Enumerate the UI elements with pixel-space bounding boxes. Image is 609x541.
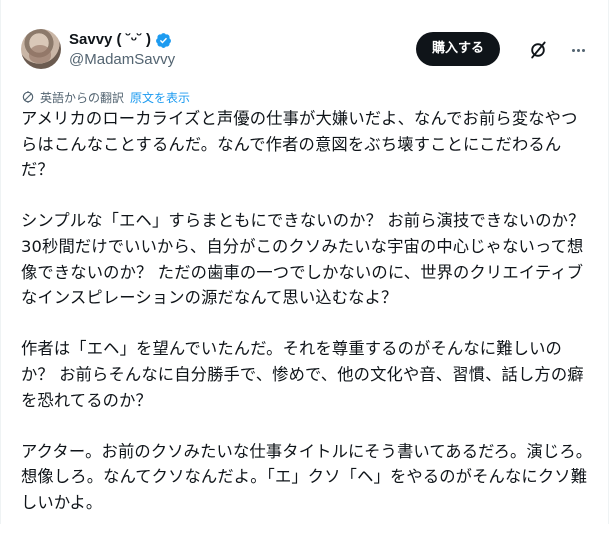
tweet-header: Savvy ( ˘ᵕ˘ ) @MadamSavvy 購入する: [21, 26, 588, 72]
author-display-name-row[interactable]: Savvy ( ˘ᵕ˘ ): [69, 30, 175, 50]
author-display-name[interactable]: Savvy ( ˘ᵕ˘ ): [69, 30, 151, 50]
tweet-paragraph: アメリカのローカライズと声優の仕事が大嫌いだよ、なんでお前ら変なやつらはこんなこ…: [21, 109, 578, 180]
tweet-paragraph: アクター。お前のクソみたいな仕事タイトルにそう書いてあるだろ。演じろ。想像しろ。…: [21, 441, 593, 512]
more-horizontal-icon[interactable]: [568, 40, 588, 60]
buy-button[interactable]: 購入する: [415, 32, 500, 66]
author-handle[interactable]: @MadamSavvy: [69, 50, 175, 70]
avatar[interactable]: [21, 29, 61, 69]
verified-badge-icon: [156, 32, 171, 48]
translation-note-row: 英語からの翻訳 原文を表示: [21, 88, 190, 106]
translate-icon: [22, 91, 34, 103]
tweet-paragraph: シンプルな「エヘ」すらまともにできないのか？ お前ら演技できないのか？ 30秒間…: [21, 211, 585, 308]
author-names: Savvy ( ˘ᵕ˘ ) @MadamSavvy: [69, 30, 175, 70]
show-original-link[interactable]: 原文を表示: [130, 89, 190, 106]
translation-note: 英語からの翻訳: [40, 90, 125, 105]
tweet-paragraph: 作者は「エヘ」を望んでいたんだ。それを尊重するのがそんなに難しいのか？ お前らそ…: [21, 339, 584, 410]
tweet-card: Savvy ( ˘ᵕ˘ ) @MadamSavvy 購入する 英語からの翻訳 原…: [0, 0, 609, 524]
tweet-text: アメリカのローカライズと声優の仕事が大嫌いだよ、なんでお前ら変なやつらはこんなこ…: [21, 106, 593, 541]
grok-slash-circle-icon[interactable]: [528, 40, 548, 60]
